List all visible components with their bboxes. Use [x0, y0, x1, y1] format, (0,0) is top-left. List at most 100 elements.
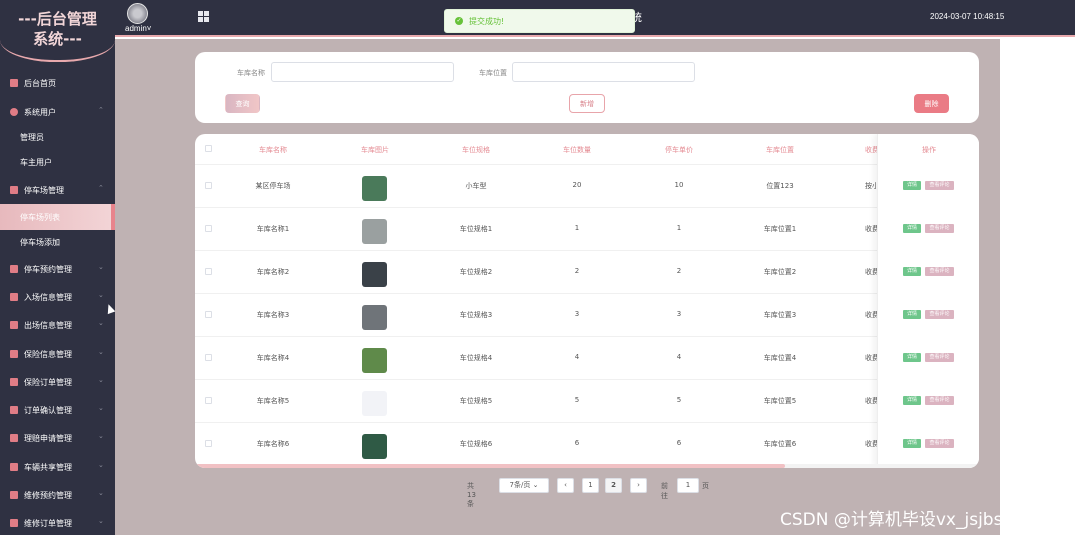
row-checkbox[interactable]	[205, 311, 212, 318]
query-button[interactable]: 查询	[225, 94, 260, 113]
garage-image[interactable]	[362, 391, 387, 416]
view-comments-button[interactable]: 查看评论	[925, 353, 954, 362]
garage-image[interactable]	[362, 348, 387, 373]
cell-location: 车库位置2	[763, 268, 797, 276]
cell-name: 车库名称6	[256, 440, 290, 448]
goto-page-input[interactable]: 1	[677, 478, 699, 493]
garage-image[interactable]	[362, 176, 387, 201]
detail-button[interactable]: 详情	[903, 267, 921, 276]
chevron-up-icon: ⌃	[98, 184, 104, 192]
cell-location: 车库位置4	[763, 354, 797, 362]
sidebar-item-claims[interactable]: 理赔申请管理 ⌄	[0, 425, 115, 451]
checkbox-icon	[10, 378, 18, 386]
garage-image[interactable]	[362, 434, 387, 459]
page-2-button[interactable]: 2	[605, 478, 622, 493]
checkbox-icon	[10, 406, 18, 414]
col-header-count: 车位数量	[563, 146, 591, 154]
chevron-down-icon: ⌄	[98, 432, 104, 440]
select-all-checkbox[interactable]	[205, 145, 212, 152]
sidebar: 后台首页 系统用户 ⌃ 管理员 车主用户 停车场管理 ⌃ 停车场列表 停车场添加 停…	[0, 37, 115, 535]
monitor-icon	[10, 79, 18, 87]
cell-price: 1	[676, 224, 682, 232]
location-search-input[interactable]	[512, 62, 695, 82]
garage-image[interactable]	[362, 305, 387, 330]
chevron-down-icon: ⌄	[98, 404, 104, 412]
cell-spec: 车位规格3	[459, 311, 493, 319]
view-comments-button[interactable]: 查看评论	[925, 439, 954, 448]
table-row: 车库名称5 车位规格5 5 5 车库位置5 收费	[195, 379, 979, 422]
cell-name: 车库名称5	[256, 397, 290, 405]
total-count: 共 13 条	[467, 482, 476, 508]
col-header-name: 车库名称	[259, 146, 287, 154]
horizontal-scrollbar[interactable]	[195, 464, 979, 468]
view-comments-button[interactable]: 查看评论	[925, 310, 954, 319]
view-comments-button[interactable]: 查看评论	[925, 224, 954, 233]
sidebar-item-home[interactable]: 后台首页	[0, 70, 115, 96]
detail-button[interactable]: 详情	[903, 181, 921, 190]
row-checkbox[interactable]	[205, 268, 212, 275]
sidebar-item-system-users[interactable]: 系统用户 ⌃	[0, 99, 115, 125]
checkbox-icon	[10, 491, 18, 499]
detail-button[interactable]: 详情	[903, 310, 921, 319]
sidebar-item-car-owners[interactable]: 车主用户	[0, 149, 115, 175]
page-size-select[interactable]: 7条/页 ⌄	[499, 478, 549, 493]
row-checkbox[interactable]	[205, 440, 212, 447]
view-comments-button[interactable]: 查看评论	[925, 181, 954, 190]
cell-price: 4	[676, 353, 682, 361]
cell-name: 某区停车场	[255, 182, 291, 190]
success-toast: ✓ 提交成功!	[444, 9, 635, 33]
sidebar-item-vehicle-sharing[interactable]: 车辆共享管理 ⌄	[0, 454, 115, 480]
sidebar-item-entry-info[interactable]: 入场信息管理 ⌄	[0, 284, 115, 310]
cell-spec: 车位规格6	[459, 440, 493, 448]
detail-button[interactable]: 详情	[903, 396, 921, 405]
sidebar-item-repair-orders[interactable]: 维修订单管理 ⌄	[0, 510, 115, 535]
scrollbar-thumb[interactable]	[195, 464, 785, 468]
name-search-input[interactable]	[271, 62, 454, 82]
sidebar-item-reservations[interactable]: 停车预约管理 ⌄	[0, 256, 115, 282]
logo-line-2: 系统---	[33, 30, 82, 48]
sidebar-item-parking-list[interactable]: 停车场列表	[0, 204, 115, 230]
row-checkbox[interactable]	[205, 225, 212, 232]
col-header-location: 车库位置	[766, 146, 794, 154]
sidebar-item-repair-reservations[interactable]: 维修预约管理 ⌄	[0, 482, 115, 508]
search-panel: 车库名称 车库位置 查询 新增 删除	[195, 52, 979, 123]
grid-icon[interactable]	[198, 11, 209, 22]
col-header-image: 车库图片	[361, 146, 389, 154]
add-button[interactable]: 新增	[569, 94, 605, 113]
sidebar-item-insurance-info[interactable]: 保险信息管理 ⌄	[0, 341, 115, 367]
cell-price: 2	[676, 267, 682, 275]
cell-spec: 车位规格1	[459, 225, 493, 233]
sidebar-item-exit-info[interactable]: 出场信息管理 ⌄	[0, 312, 115, 338]
garage-image[interactable]	[362, 219, 387, 244]
detail-button[interactable]: 详情	[903, 439, 921, 448]
detail-button[interactable]: 详情	[903, 353, 921, 362]
checkbox-icon	[10, 293, 18, 301]
page-1-button[interactable]: 1	[582, 478, 599, 493]
checkbox-icon	[10, 519, 18, 527]
row-checkbox[interactable]	[205, 397, 212, 404]
view-comments-button[interactable]: 查看评论	[925, 396, 954, 405]
sidebar-item-insurance-orders[interactable]: 保险订单管理 ⌄	[0, 369, 115, 395]
operations-column: 操作 详情 查看评论 详情 查看评论 详情 查看评论 详情 查看评论 详情 查看评论 详情 查看评论详…	[877, 134, 979, 468]
sidebar-item-parking-add[interactable]: 停车场添加	[0, 229, 115, 255]
delete-button[interactable]: 删除	[914, 94, 949, 113]
cell-location: 车库位置1	[763, 225, 797, 233]
garage-image[interactable]	[362, 262, 387, 287]
sidebar-item-order-confirm[interactable]: 订单确认管理 ⌄	[0, 397, 115, 423]
sidebar-item-parking-management[interactable]: 停车场管理 ⌃	[0, 177, 115, 203]
cell-count: 4	[574, 353, 580, 361]
checkbox-icon	[10, 321, 18, 329]
cell-price: 5	[676, 396, 682, 404]
next-page-button[interactable]: ›	[630, 478, 647, 493]
user-menu[interactable]: admin˅	[125, 24, 151, 33]
row-checkbox[interactable]	[205, 354, 212, 361]
cell-location: 车库位置5	[763, 397, 797, 405]
view-comments-button[interactable]: 查看评论	[925, 267, 954, 276]
watermark: CSDN @计算机毕设vx_jsjbs999	[780, 510, 1035, 530]
cell-price: 6	[676, 439, 682, 447]
prev-page-button[interactable]: ‹	[557, 478, 574, 493]
detail-button[interactable]: 详情	[903, 224, 921, 233]
avatar[interactable]	[127, 3, 148, 24]
row-checkbox[interactable]	[205, 182, 212, 189]
sidebar-item-admins[interactable]: 管理员	[0, 124, 115, 150]
